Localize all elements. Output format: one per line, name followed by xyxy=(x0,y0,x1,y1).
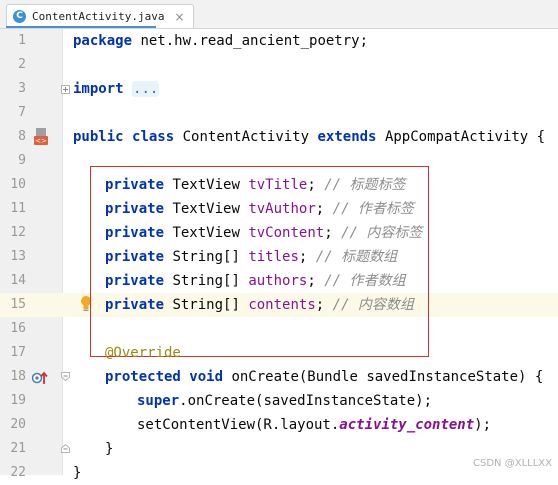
line-number: 2 xyxy=(18,57,26,72)
line-8: 8 public class ContentActivity extends A… xyxy=(0,125,558,149)
package-name: net.hw.read_ancient_poetry; xyxy=(132,33,369,49)
fold-expand-icon[interactable] xyxy=(61,85,70,94)
java-class-icon: C xyxy=(13,10,26,23)
line-19: 19 super.onCreate(savedInstanceState); xyxy=(0,389,558,413)
line-number: 14 xyxy=(10,273,26,288)
line-7: 7 xyxy=(0,101,558,125)
line-1: 1 package net.hw.read_ancient_poetry; xyxy=(0,29,558,53)
keyword: super xyxy=(137,393,180,409)
active-tab-indicator xyxy=(6,26,156,28)
line-20: 20 setContentView(R.layout.activity_cont… xyxy=(0,413,558,437)
line-3: 3 import ... xyxy=(0,77,558,101)
code-text: } xyxy=(73,461,81,485)
keyword: extends xyxy=(317,129,377,145)
watermark: CSDN @XLLLXX xyxy=(473,458,552,469)
code-text: public class ContentActivity extends App… xyxy=(73,125,545,149)
method-call-end: ); xyxy=(474,417,492,433)
method-signature: onCreate(Bundle savedInstanceState) { xyxy=(231,369,544,385)
line-number: 15 xyxy=(10,297,26,312)
line-number: 8 xyxy=(18,129,26,144)
method-call: .onCreate(savedInstanceState); xyxy=(179,393,433,409)
line-number: 11 xyxy=(10,201,26,216)
code-editor[interactable]: 1 package net.hw.read_ancient_poetry; 2 … xyxy=(0,29,558,481)
line-number: 12 xyxy=(10,225,26,240)
tab-label: ContentActivity.java xyxy=(32,10,165,23)
tab-content-activity[interactable]: C ContentActivity.java × xyxy=(6,4,194,28)
line-number: 17 xyxy=(10,345,26,360)
code-text: import ... xyxy=(73,77,160,101)
code-text: @Override xyxy=(105,341,181,365)
keyword: void xyxy=(189,369,224,385)
keyword: import xyxy=(73,81,124,97)
line-17: 17 @Override xyxy=(0,341,558,365)
line-18: 18 protected void onCreate(Bundle savedI… xyxy=(0,365,558,389)
line-number: 1 xyxy=(18,33,26,48)
line-number: 16 xyxy=(10,321,26,336)
code-text: super.onCreate(savedInstanceState); xyxy=(137,389,432,413)
class-name: ContentActivity xyxy=(182,129,310,145)
code-text: } xyxy=(105,437,113,461)
line-number: 18 xyxy=(10,369,26,384)
fold-end-icon[interactable] xyxy=(61,444,70,453)
svg-text:<>: <> xyxy=(35,137,47,145)
closing-brace: } xyxy=(73,465,82,481)
line-number: 19 xyxy=(10,393,26,408)
code-text: setContentView(R.layout.activity_content… xyxy=(137,413,491,437)
line-number: 10 xyxy=(10,177,26,192)
code-text: protected void onCreate(Bundle savedInst… xyxy=(105,365,543,389)
closing-brace: } xyxy=(105,441,114,457)
keyword: package xyxy=(73,33,133,49)
method-call: setContentView(R.layout. xyxy=(137,417,340,433)
code-text: package net.hw.read_ancient_poetry; xyxy=(73,29,368,53)
keyword: protected xyxy=(105,369,181,385)
override-method-icon[interactable] xyxy=(31,370,48,389)
layout-file-icon[interactable]: <> xyxy=(33,128,49,150)
keyword: class xyxy=(132,129,175,145)
fold-collapse-icon[interactable] xyxy=(61,372,70,381)
parent-class: AppCompatActivity { xyxy=(384,129,546,145)
layout-reference: activity_content xyxy=(339,417,475,433)
line-number: 21 xyxy=(10,441,26,456)
keyword: public xyxy=(73,129,124,145)
editor-tab-bar: C ContentActivity.java × xyxy=(0,0,558,29)
line-number: 13 xyxy=(10,249,26,264)
line-number: 7 xyxy=(18,105,26,120)
line-number: 22 xyxy=(10,465,26,480)
line-2: 2 xyxy=(0,53,558,77)
annotation: @Override xyxy=(105,345,181,361)
close-icon[interactable]: × xyxy=(174,10,184,24)
line-number: 3 xyxy=(18,81,26,96)
line-number: 9 xyxy=(18,153,26,168)
folded-imports[interactable]: ... xyxy=(132,81,160,97)
line-16: 16 xyxy=(0,317,558,341)
line-number: 20 xyxy=(10,417,26,432)
